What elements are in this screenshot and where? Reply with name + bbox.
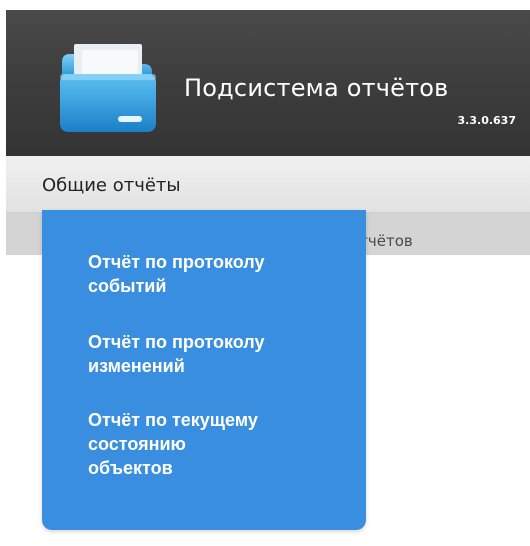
folder-icon — [60, 44, 156, 132]
dropdown-item-change-log-report[interactable]: Отчёт по протоколу изменений — [88, 330, 338, 378]
app-header: Подсистема отчётов 3.3.0.637 — [6, 10, 530, 156]
dropdown-item-event-log-report[interactable]: Отчёт по протоколу событий — [88, 250, 338, 298]
dropdown-item-line: изменений — [88, 356, 185, 376]
app-title: Подсистема отчётов — [184, 74, 449, 102]
reports-dropdown-menu: Отчёт по протоколу событий Отчёт по прот… — [42, 210, 366, 530]
dropdown-item-line: событий — [88, 276, 167, 296]
menu-item-general-reports[interactable]: Общие отчёты — [42, 175, 181, 196]
dropdown-item-line: Отчёт по протоколу — [88, 332, 265, 352]
dropdown-item-object-state-report[interactable]: Отчёт по текущему состоянию объектов — [88, 408, 338, 480]
dropdown-item-line: объектов — [88, 458, 173, 478]
main-menu-bar: Общие отчёты — [6, 156, 530, 213]
dropdown-item-line: Отчёт по протоколу — [88, 252, 265, 272]
dropdown-item-line: Отчёт по текущему — [88, 410, 258, 430]
app-window: Подсистема отчётов 3.3.0.637 Общие отчёт… — [0, 0, 530, 546]
dropdown-item-line: состоянию — [88, 434, 186, 454]
app-version: 3.3.0.637 — [457, 114, 516, 127]
